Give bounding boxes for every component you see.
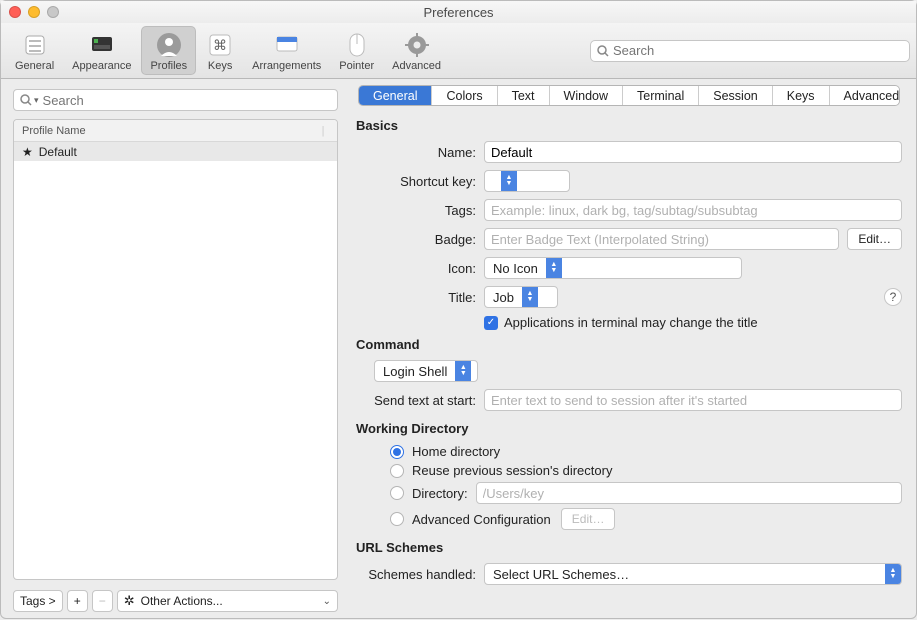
- toolbar-pointer[interactable]: Pointer: [331, 27, 382, 74]
- updown-icon: ▲▼: [501, 171, 517, 191]
- shortcut-label: Shortcut key:: [356, 174, 484, 189]
- command-heading: Command: [356, 337, 902, 352]
- tab-keys[interactable]: Keys: [773, 86, 830, 105]
- minimize-window-icon[interactable]: [28, 6, 40, 18]
- apps-change-title-checkbox[interactable]: ✓: [484, 316, 498, 330]
- shortcut-combo[interactable]: ▲▼: [484, 170, 570, 192]
- arrangements-icon: [273, 31, 301, 59]
- toolbar-search[interactable]: [590, 40, 910, 62]
- url-schemes-heading: URL Schemes: [356, 540, 902, 555]
- appearance-icon: [88, 31, 116, 59]
- star-icon: ★: [22, 145, 33, 159]
- chevron-down-icon: ⌄: [323, 596, 331, 607]
- send-text-label: Send text at start:: [356, 393, 484, 408]
- toolbar: General Appearance Profiles ⌘ Keys Arran…: [1, 23, 916, 79]
- tab-general[interactable]: General: [359, 86, 432, 105]
- advanced-edit-button: Edit…: [561, 508, 616, 530]
- tab-terminal[interactable]: Terminal: [623, 86, 699, 105]
- mouse-icon: [343, 31, 371, 59]
- profile-search-input[interactable]: [43, 93, 331, 108]
- toolbar-profiles[interactable]: Profiles: [141, 26, 196, 75]
- icon-combo[interactable]: No Icon ▲▼: [484, 257, 742, 279]
- updown-icon: ▲▼: [522, 287, 538, 307]
- workingdir-heading: Working Directory: [356, 421, 902, 436]
- toolbar-appearance[interactable]: Appearance: [64, 27, 139, 74]
- add-profile-button[interactable]: +: [67, 590, 88, 612]
- name-field[interactable]: [484, 141, 902, 163]
- toolbar-advanced[interactable]: Advanced: [384, 27, 449, 74]
- other-actions-menu[interactable]: ✲ Other Actions... ⌄: [117, 590, 338, 612]
- profile-icon: [155, 31, 183, 59]
- search-icon: [20, 94, 32, 106]
- apps-change-title-label: Applications in terminal may change the …: [504, 315, 758, 330]
- title-combo[interactable]: Job ▲▼: [484, 286, 558, 308]
- directory-field[interactable]: [476, 482, 902, 504]
- slider-icon: [21, 31, 49, 59]
- updown-icon: ▲▼: [546, 258, 562, 278]
- gear-icon: ✲: [124, 593, 135, 609]
- profile-tabs: General Colors Text Window Terminal Sess…: [358, 85, 900, 106]
- command-combo[interactable]: Login Shell ▲▼: [374, 360, 478, 382]
- directory-radio[interactable]: [390, 486, 404, 500]
- basics-heading: Basics: [356, 118, 902, 133]
- name-label: Name:: [356, 145, 484, 160]
- titlebar: Preferences: [1, 1, 916, 23]
- search-icon: [597, 45, 609, 57]
- send-text-field[interactable]: [484, 389, 902, 411]
- tab-text[interactable]: Text: [498, 86, 550, 105]
- gear-icon: [403, 31, 431, 59]
- zoom-window-icon[interactable]: [47, 6, 59, 18]
- icon-label: Icon:: [356, 261, 484, 276]
- profile-list-header[interactable]: Profile Name |: [14, 120, 337, 142]
- updown-icon: ▲▼: [885, 564, 901, 584]
- tags-label: Tags:: [356, 203, 484, 218]
- profile-settings-pane: General Colors Text Window Terminal Sess…: [346, 79, 916, 620]
- chevron-down-icon: ▾: [34, 95, 39, 106]
- column-separator: |: [317, 125, 329, 137]
- tab-advanced[interactable]: Advanced: [830, 86, 900, 105]
- title-label: Title:: [356, 290, 484, 305]
- schemes-combo[interactable]: Select URL Schemes… ▲▼: [484, 563, 902, 585]
- remove-profile-button[interactable]: −: [92, 590, 113, 612]
- advanced-config-radio[interactable]: [390, 512, 404, 526]
- toolbar-keys[interactable]: ⌘ Keys: [198, 27, 242, 74]
- schemes-label: Schemes handled:: [356, 567, 484, 582]
- home-directory-radio[interactable]: [390, 445, 404, 459]
- close-window-icon[interactable]: [9, 6, 21, 18]
- toolbar-general[interactable]: General: [7, 27, 62, 74]
- window-controls: [9, 6, 59, 18]
- toolbar-arrangements[interactable]: Arrangements: [244, 27, 329, 74]
- badge-edit-button[interactable]: Edit…: [847, 228, 902, 250]
- tab-session[interactable]: Session: [699, 86, 772, 105]
- badge-label: Badge:: [356, 232, 484, 247]
- tags-field[interactable]: [484, 199, 902, 221]
- tab-colors[interactable]: Colors: [432, 86, 497, 105]
- profile-row-default[interactable]: ★ Default: [14, 142, 337, 161]
- window-title: Preferences: [423, 5, 493, 20]
- svg-text:⌘: ⌘: [213, 37, 227, 53]
- profiles-sidebar: ▾ Profile Name | ★ Default Tags > + − ✲ …: [1, 79, 346, 620]
- updown-icon: ▲▼: [455, 361, 471, 381]
- tab-window[interactable]: Window: [550, 86, 623, 105]
- help-button[interactable]: ?: [884, 288, 902, 306]
- profile-search[interactable]: ▾: [13, 89, 338, 111]
- tags-filter-button[interactable]: Tags >: [13, 590, 63, 612]
- toolbar-search-input[interactable]: [613, 43, 903, 58]
- badge-field[interactable]: [484, 228, 839, 250]
- profile-list: Profile Name | ★ Default: [13, 119, 338, 580]
- reuse-session-radio[interactable]: [390, 464, 404, 478]
- command-icon: ⌘: [206, 31, 234, 59]
